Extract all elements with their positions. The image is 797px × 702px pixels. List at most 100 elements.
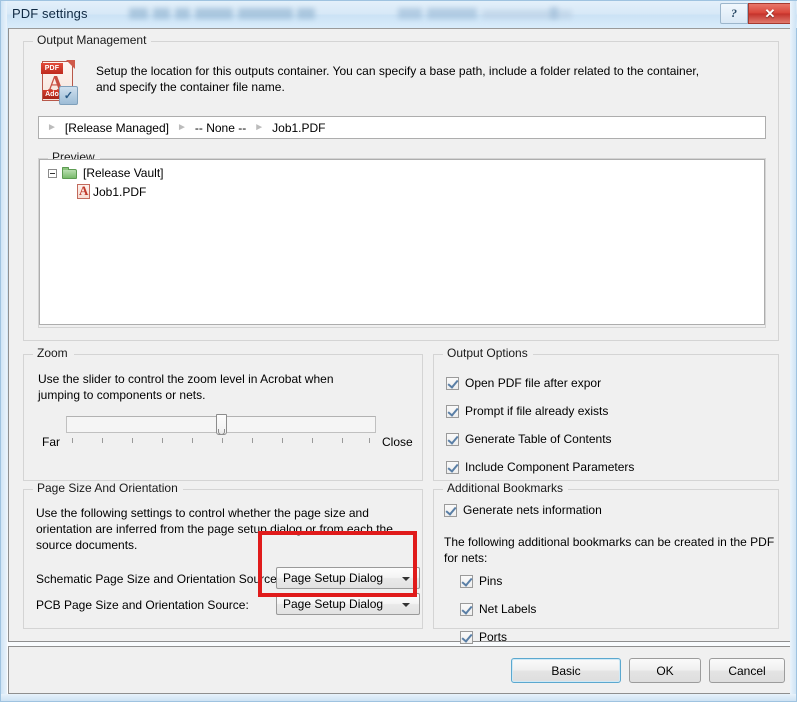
- chevron-down-icon[interactable]: [402, 577, 410, 581]
- redacted-title-text: [297, 8, 315, 19]
- checkbox-icon[interactable]: [444, 503, 457, 517]
- cancel-button[interactable]: Cancel: [709, 658, 785, 683]
- pdf-settings-dialog: PDF settings ? ✕ Output Management A PDF: [0, 0, 797, 702]
- preview-tree[interactable]: [Release Vault] Job1.PDF: [39, 159, 765, 325]
- basic-button[interactable]: Basic: [511, 658, 621, 683]
- checkbox-icon[interactable]: [460, 602, 473, 616]
- checkbox-label: Pins: [479, 574, 503, 588]
- checkbox-icon[interactable]: [446, 376, 459, 390]
- checkbox-prompt-if-file-exists[interactable]: Prompt if file already exists: [446, 404, 608, 418]
- schematic-page-size-dropdown[interactable]: Page Setup Dialog: [276, 567, 420, 589]
- output-management-description-line2: and specify the container file name.: [96, 80, 285, 94]
- redacted-title-text: [238, 8, 293, 19]
- slider-tick: [162, 438, 163, 443]
- zoom-slider-min-label: Far: [42, 435, 60, 449]
- path-segment-release-managed[interactable]: [Release Managed]: [65, 121, 169, 135]
- checkbox-generate-table-of-contents[interactable]: Generate Table of Contents: [446, 432, 612, 446]
- window-frame-bottom: [1, 694, 796, 701]
- checkbox-label: Ports: [479, 630, 508, 644]
- checkbox-net-labels[interactable]: Net Labels: [460, 602, 536, 616]
- tree-item-label: Job1.PDF: [93, 184, 147, 199]
- title-bar[interactable]: PDF settings ? ✕: [1, 1, 797, 28]
- window-frame-right: [790, 1, 796, 701]
- checkbox-icon[interactable]: [460, 630, 473, 644]
- pcb-page-size-dropdown[interactable]: Page Setup Dialog: [276, 593, 420, 615]
- redacted-title-text: [153, 8, 170, 19]
- window-controls: ? ✕: [720, 3, 792, 24]
- redacted-title-text: [427, 8, 477, 19]
- slider-tick: [342, 438, 343, 443]
- slider-tick: [369, 438, 370, 443]
- slider-tick: [132, 438, 133, 443]
- checkbox-icon[interactable]: [446, 432, 459, 446]
- output-management-legend: Output Management: [33, 33, 152, 47]
- redacted-title-text: [482, 10, 572, 19]
- checkbox-label: Generate nets information: [463, 503, 602, 517]
- tree-item-release-vault[interactable]: [Release Vault]: [48, 166, 164, 180]
- output-options-legend: Output Options: [443, 346, 533, 360]
- checkbox-label: Generate Table of Contents: [465, 432, 612, 446]
- close-button[interactable]: ✕: [748, 3, 792, 24]
- chevron-down-icon[interactable]: [402, 603, 410, 607]
- page-size-orientation-legend: Page Size And Orientation: [33, 481, 183, 495]
- checkbox-label: Prompt if file already exists: [465, 404, 609, 418]
- checkbox-pins[interactable]: Pins: [460, 574, 502, 588]
- redacted-title-text: [195, 8, 233, 19]
- redacted-title-text: [129, 8, 148, 19]
- slider-tick: [312, 438, 313, 443]
- redacted-title-text: [175, 8, 190, 19]
- adobe-pdf-icon: A PDF Adobe ✓: [40, 59, 78, 105]
- checkbox-label: Include Component Parameters: [465, 460, 635, 474]
- tree-item-label: [Release Vault]: [83, 166, 164, 180]
- window-frame-left: [1, 1, 7, 701]
- checkbox-include-component-parameters[interactable]: Include Component Parameters: [446, 460, 634, 474]
- slider-tick: [192, 438, 193, 443]
- zoom-legend: Zoom: [33, 346, 73, 360]
- zoom-description-line1: Use the slider to control the zoom level…: [38, 372, 334, 386]
- zoom-slider-max-label: Close: [382, 435, 413, 449]
- slider-thumb[interactable]: [216, 414, 227, 435]
- help-button[interactable]: ?: [720, 3, 748, 24]
- output-management-description-line1: Setup the location for this outputs cont…: [96, 64, 700, 78]
- schematic-page-size-label: Schematic Page Size and Orientation Sour…: [36, 572, 281, 586]
- ok-button[interactable]: OK: [629, 658, 701, 683]
- zoom-slider[interactable]: [66, 414, 376, 446]
- path-arrow-icon: ►: [176, 121, 187, 133]
- output-management-group: Output Management A PDF Adobe ✓ Setup th…: [23, 33, 779, 341]
- additional-bookmarks-description-line1: The following additional bookmarks can b…: [444, 535, 775, 549]
- page-size-description-line1: Use the following settings to control wh…: [36, 506, 369, 520]
- redacted-title-text: [398, 8, 422, 19]
- checkbox-icon[interactable]: [446, 404, 459, 418]
- slider-tick: [282, 438, 283, 443]
- zoom-description-line2: jumping to components or nets.: [38, 388, 206, 402]
- additional-bookmarks-description-line2: for nets:: [444, 551, 488, 565]
- zoom-group: Zoom Use the slider to control the zoom …: [23, 346, 423, 481]
- dropdown-value: Page Setup Dialog: [283, 597, 384, 611]
- pdf-icon-banner: PDF: [41, 63, 63, 74]
- checkbox-label: Net Labels: [479, 602, 537, 616]
- checkbox-open-pdf-after-export[interactable]: Open PDF file after expor: [446, 376, 608, 390]
- slider-tick: [222, 438, 223, 443]
- window-title: PDF settings: [12, 6, 88, 21]
- checkbox-icon[interactable]: [446, 460, 459, 474]
- dialog-client-area: Output Management A PDF Adobe ✓ Setup th…: [8, 28, 791, 644]
- checkbox-icon[interactable]: [460, 574, 473, 588]
- checkbox-generate-nets-information[interactable]: Generate nets information: [444, 503, 602, 517]
- page-size-description-line2: orientation are inferred from the page s…: [36, 522, 393, 536]
- output-path-bar[interactable]: ► [Release Managed] ► -- None -- ► Job1.…: [38, 116, 766, 139]
- slider-tick: [102, 438, 103, 443]
- additional-bookmarks-group: Additional Bookmarks Generate nets infor…: [433, 481, 779, 644]
- check-badge-icon: ✓: [59, 86, 78, 105]
- path-arrow-icon: ►: [47, 121, 57, 133]
- pdf-file-icon: [77, 183, 90, 199]
- pcb-page-size-label: PCB Page Size and Orientation Source:: [36, 598, 249, 612]
- page-size-description-line3: source documents.: [36, 538, 138, 552]
- path-segment-filename[interactable]: Job1.PDF: [272, 121, 325, 135]
- path-segment-folder[interactable]: -- None --: [195, 121, 246, 135]
- tree-item-job1-pdf[interactable]: Job1.PDF: [77, 183, 147, 199]
- path-arrow-icon: ►: [254, 121, 265, 133]
- checkbox-ports[interactable]: Ports: [460, 630, 507, 644]
- redacted-title-text: [550, 7, 558, 19]
- collapse-expander-icon[interactable]: [48, 168, 57, 178]
- output-options-group: Output Options Open PDF file after expor…: [433, 346, 779, 481]
